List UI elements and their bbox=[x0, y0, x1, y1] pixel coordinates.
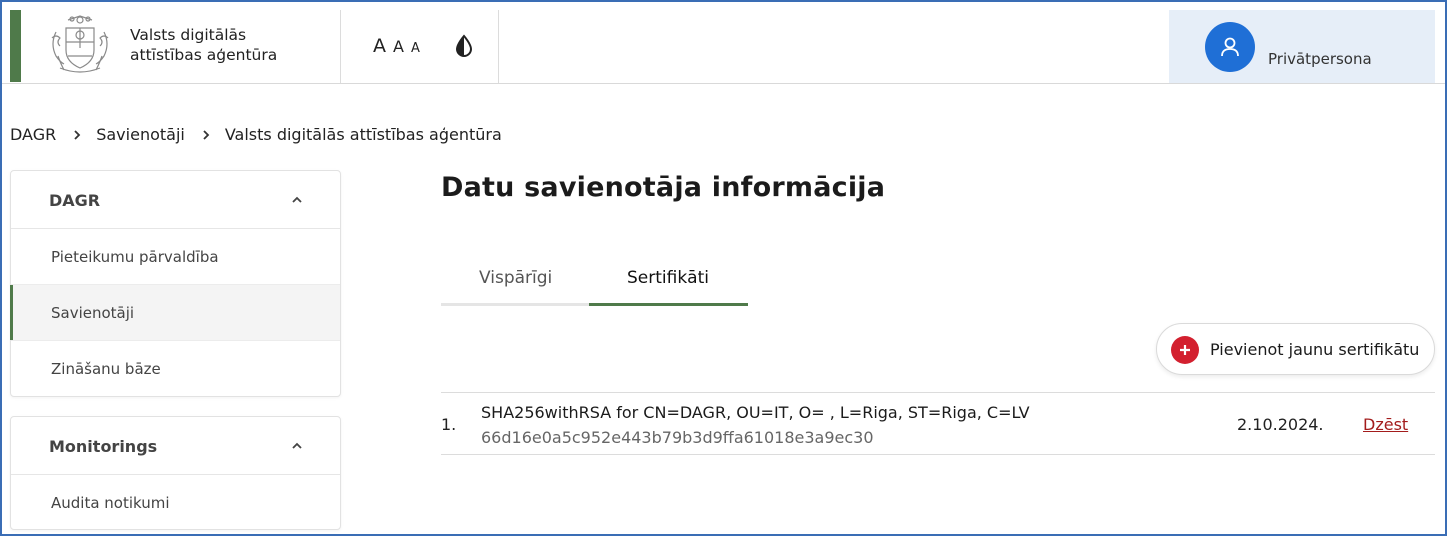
agency-name-line1: Valsts digitālās bbox=[130, 26, 247, 44]
certificate-date: 2.10.2024. bbox=[1237, 415, 1324, 434]
tab-visparigi[interactable]: Vispārīgi bbox=[441, 262, 589, 306]
agency-name-line2: attīstības aģentūra bbox=[130, 46, 278, 64]
user-icon bbox=[1221, 37, 1239, 57]
breadcrumb-item-dagr[interactable]: DAGR bbox=[10, 125, 56, 144]
certificate-subject: SHA256withRSA for CN=DAGR, OU=IT, O= , L… bbox=[481, 403, 1030, 422]
header-divider bbox=[498, 10, 499, 83]
breadcrumb-item-savienotaji[interactable]: Savienotāji bbox=[96, 125, 185, 144]
sidebar-group-monitorings: Monitorings Audita notikumi bbox=[10, 416, 341, 530]
breadcrumb: DAGR Savienotāji Valsts digitālās attīst… bbox=[10, 125, 502, 144]
tab-sertifikati[interactable]: Sertifikāti bbox=[589, 262, 748, 306]
sidebar-item-label: Audita notikumi bbox=[51, 494, 170, 512]
coat-of-arms-logo[interactable] bbox=[46, 12, 114, 78]
contrast-toggle-icon[interactable] bbox=[454, 34, 474, 58]
sidebar-group-header-monitorings[interactable]: Monitorings bbox=[11, 417, 340, 475]
font-size-controls: A A A bbox=[373, 35, 420, 57]
sidebar-group-dagr: DAGR Pieteikumu pārvaldība Savienotāji Z… bbox=[10, 170, 341, 397]
tab-label: Sertifikāti bbox=[627, 268, 709, 288]
add-certificate-label: Pievienot jaunu sertifikātu bbox=[1210, 340, 1420, 359]
sidebar-group-header-dagr[interactable]: DAGR bbox=[11, 171, 340, 229]
avatar bbox=[1205, 22, 1255, 72]
brand-accent-bar bbox=[10, 10, 21, 82]
tab-label: Vispārīgi bbox=[479, 268, 553, 288]
chevron-up-icon bbox=[292, 442, 302, 449]
header-divider bbox=[340, 10, 341, 83]
sidebar-item-zinasanu-baze[interactable]: Zināšanu bāze bbox=[11, 341, 340, 397]
certificate-number: 1. bbox=[441, 415, 457, 434]
font-size-medium-button[interactable]: A bbox=[393, 37, 404, 56]
page-title: Datu savienotāja informācija bbox=[441, 172, 886, 203]
user-role-label: Privātpersona bbox=[1268, 50, 1372, 68]
sidebar-item-audita-notikumi[interactable]: Audita notikumi bbox=[11, 475, 340, 531]
agency-name[interactable]: Valsts digitālās attīstības aģentūra bbox=[130, 25, 277, 65]
font-size-large-button[interactable]: A bbox=[373, 35, 386, 57]
site-header: Valsts digitālās attīstības aģentūra A A… bbox=[0, 0, 1447, 84]
sidebar-group-title: DAGR bbox=[49, 191, 101, 210]
sidebar-item-savienotaji[interactable]: Savienotāji bbox=[10, 285, 340, 341]
user-profile-button[interactable]: Privātpersona bbox=[1169, 10, 1435, 83]
add-certificate-button[interactable]: Pievienot jaunu sertifikātu bbox=[1156, 323, 1435, 375]
certificate-hash: 66d16e0a5c952e443b79b3d9ffa61018e3a9ec30 bbox=[481, 428, 874, 447]
sidebar-item-pieteikumu-parvaldiba[interactable]: Pieteikumu pārvaldība bbox=[11, 229, 340, 285]
certificate-list: 1. SHA256withRSA for CN=DAGR, OU=IT, O= … bbox=[441, 392, 1435, 455]
sidebar-item-label: Zināšanu bāze bbox=[51, 360, 161, 378]
breadcrumb-item-current: Valsts digitālās attīstības aģentūra bbox=[224, 125, 502, 144]
chevron-right-icon bbox=[203, 129, 210, 140]
sidebar-item-label: Savienotāji bbox=[51, 304, 135, 322]
font-size-small-button[interactable]: A bbox=[411, 41, 420, 56]
chevron-up-icon bbox=[292, 196, 302, 203]
chevron-right-icon bbox=[74, 129, 81, 140]
sidebar-group-title: Monitorings bbox=[49, 437, 158, 456]
tabs: Vispārīgi Sertifikāti bbox=[441, 262, 748, 306]
plus-icon bbox=[1171, 336, 1199, 364]
sidebar-item-label: Pieteikumu pārvaldība bbox=[51, 248, 219, 266]
delete-certificate-link[interactable]: Dzēst bbox=[1363, 415, 1408, 434]
